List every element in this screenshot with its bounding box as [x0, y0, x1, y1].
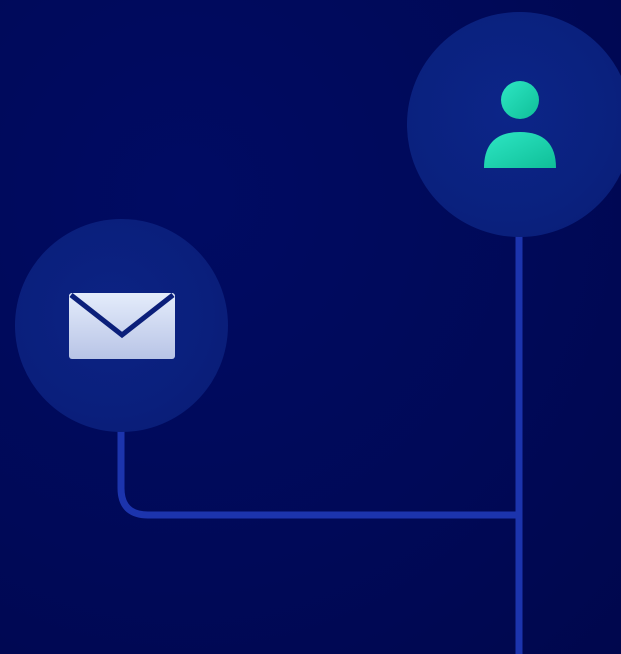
person-icon [482, 80, 558, 170]
envelope-icon [68, 291, 176, 361]
user-node [407, 12, 621, 237]
mail-node [15, 219, 228, 432]
diagram-canvas [0, 0, 621, 654]
connector-mail-to-trunk [117, 430, 519, 519]
